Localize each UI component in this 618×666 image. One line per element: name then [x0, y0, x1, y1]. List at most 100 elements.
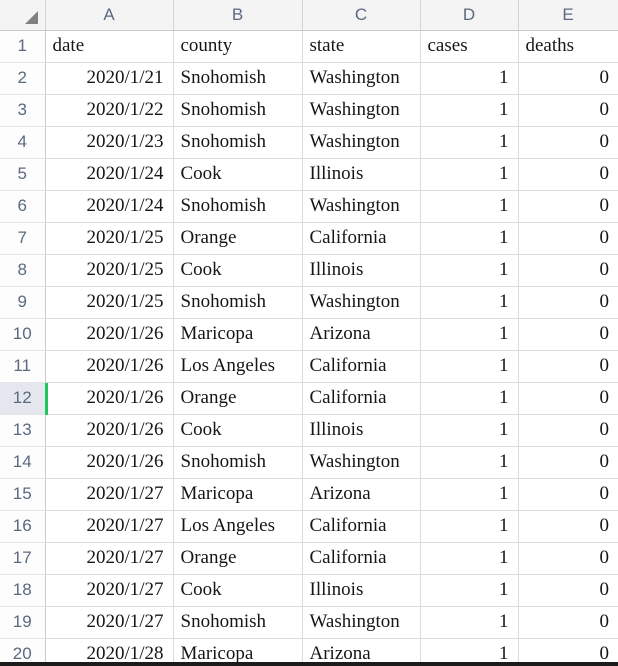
- table-row[interactable]: 19 2020/1/27 Snohomish Washington 1 0: [0, 606, 618, 639]
- row-header-14[interactable]: 14: [0, 446, 46, 479]
- row-header-8[interactable]: 8: [0, 254, 46, 287]
- row-header-12[interactable]: 12: [0, 382, 48, 415]
- cell-e-19[interactable]: 0: [518, 606, 618, 639]
- cell-a-6[interactable]: 2020/1/24: [45, 190, 174, 223]
- table-row[interactable]: 4 2020/1/23 Snohomish Washington 1 0: [0, 126, 618, 159]
- cell-c-2[interactable]: Washington: [302, 62, 421, 95]
- row-header-1[interactable]: 1: [0, 30, 46, 63]
- table-row[interactable]: 20 2020/1/28 Maricopa Arizona 1 0: [0, 638, 618, 662]
- cell-e-4[interactable]: 0: [518, 126, 618, 159]
- column-header-d[interactable]: D: [420, 0, 519, 31]
- cell-b-7[interactable]: Orange: [173, 222, 303, 255]
- cell-e-5[interactable]: 0: [518, 158, 618, 191]
- table-row[interactable]: 18 2020/1/27 Cook Illinois 1 0: [0, 574, 618, 607]
- cell-b-2[interactable]: Snohomish: [173, 62, 303, 95]
- cell-b-10[interactable]: Maricopa: [173, 318, 303, 351]
- cell-e-20[interactable]: 0: [518, 638, 618, 662]
- cell-a-15[interactable]: 2020/1/27: [45, 478, 174, 511]
- table-row[interactable]: 11 2020/1/26 Los Angeles California 1 0: [0, 350, 618, 383]
- cell-a-8[interactable]: 2020/1/25: [45, 254, 174, 287]
- table-row[interactable]: 17 2020/1/27 Orange California 1 0: [0, 542, 618, 575]
- cell-d-15[interactable]: 1: [420, 478, 519, 511]
- cell-c-17[interactable]: California: [302, 542, 421, 575]
- cell-d-2[interactable]: 1: [420, 62, 519, 95]
- cell-d-12[interactable]: 1: [420, 382, 519, 415]
- cell-e-7[interactable]: 0: [518, 222, 618, 255]
- cell-d-8[interactable]: 1: [420, 254, 519, 287]
- cell-c-16[interactable]: California: [302, 510, 421, 543]
- column-header-b[interactable]: B: [173, 0, 303, 31]
- cell-a-7[interactable]: 2020/1/25: [45, 222, 174, 255]
- cell-b-6[interactable]: Snohomish: [173, 190, 303, 223]
- cell-c-6[interactable]: Washington: [302, 190, 421, 223]
- cell-d-10[interactable]: 1: [420, 318, 519, 351]
- cell-d-14[interactable]: 1: [420, 446, 519, 479]
- row-header-17[interactable]: 17: [0, 542, 46, 575]
- cell-d-5[interactable]: 1: [420, 158, 519, 191]
- cell-c-8[interactable]: Illinois: [302, 254, 421, 287]
- cell-d-4[interactable]: 1: [420, 126, 519, 159]
- cell-a-18[interactable]: 2020/1/27: [45, 574, 174, 607]
- cell-e-3[interactable]: 0: [518, 94, 618, 127]
- cell-a-16[interactable]: 2020/1/27: [45, 510, 174, 543]
- cell-a-12[interactable]: 2020/1/26: [45, 382, 174, 415]
- table-row[interactable]: 8 2020/1/25 Cook Illinois 1 0: [0, 254, 618, 287]
- cell-b-18[interactable]: Cook: [173, 574, 303, 607]
- cell-b-5[interactable]: Cook: [173, 158, 303, 191]
- cell-a-11[interactable]: 2020/1/26: [45, 350, 174, 383]
- cell-b-3[interactable]: Snohomish: [173, 94, 303, 127]
- cell-e-11[interactable]: 0: [518, 350, 618, 383]
- cell-a-19[interactable]: 2020/1/27: [45, 606, 174, 639]
- cell-c-20[interactable]: Arizona: [302, 638, 421, 662]
- cell-d-20[interactable]: 1: [420, 638, 519, 662]
- row-header-20[interactable]: 20: [0, 638, 46, 662]
- row-header-15[interactable]: 15: [0, 478, 46, 511]
- row-header-7[interactable]: 7: [0, 222, 46, 255]
- cell-e-14[interactable]: 0: [518, 446, 618, 479]
- table-row[interactable]: 15 2020/1/27 Maricopa Arizona 1 0: [0, 478, 618, 511]
- cell-e-1[interactable]: deaths: [518, 30, 618, 63]
- table-row[interactable]: 7 2020/1/25 Orange California 1 0: [0, 222, 618, 255]
- cell-d-3[interactable]: 1: [420, 94, 519, 127]
- cell-b-19[interactable]: Snohomish: [173, 606, 303, 639]
- cell-d-6[interactable]: 1: [420, 190, 519, 223]
- cell-d-1[interactable]: cases: [420, 30, 519, 63]
- table-row[interactable]: 9 2020/1/25 Snohomish Washington 1 0: [0, 286, 618, 319]
- row-header-13[interactable]: 13: [0, 414, 46, 447]
- table-row[interactable]: 6 2020/1/24 Snohomish Washington 1 0: [0, 190, 618, 223]
- spreadsheet-grid[interactable]: A B C D E 1 date county state cases deaths 2 20…: [0, 0, 618, 666]
- cell-d-13[interactable]: 1: [420, 414, 519, 447]
- cell-a-5[interactable]: 2020/1/24: [45, 158, 174, 191]
- cell-c-7[interactable]: California: [302, 222, 421, 255]
- cell-a-14[interactable]: 2020/1/26: [45, 446, 174, 479]
- cell-e-12[interactable]: 0: [518, 382, 618, 415]
- cell-a-2[interactable]: 2020/1/21: [45, 62, 174, 95]
- cell-d-19[interactable]: 1: [420, 606, 519, 639]
- cell-c-10[interactable]: Arizona: [302, 318, 421, 351]
- cell-b-13[interactable]: Cook: [173, 414, 303, 447]
- column-header-c[interactable]: C: [302, 0, 421, 31]
- cell-a-17[interactable]: 2020/1/27: [45, 542, 174, 575]
- table-row[interactable]: 16 2020/1/27 Los Angeles California 1 0: [0, 510, 618, 543]
- cell-d-11[interactable]: 1: [420, 350, 519, 383]
- cell-c-13[interactable]: Illinois: [302, 414, 421, 447]
- cell-d-18[interactable]: 1: [420, 574, 519, 607]
- column-header-a[interactable]: A: [45, 0, 174, 31]
- cell-d-7[interactable]: 1: [420, 222, 519, 255]
- cell-e-6[interactable]: 0: [518, 190, 618, 223]
- table-row[interactable]: 12 2020/1/26 Orange California 1 0: [0, 382, 618, 415]
- cell-c-4[interactable]: Washington: [302, 126, 421, 159]
- cell-e-2[interactable]: 0: [518, 62, 618, 95]
- cell-c-5[interactable]: Illinois: [302, 158, 421, 191]
- table-row[interactable]: 2 2020/1/21 Snohomish Washington 1 0: [0, 62, 618, 95]
- row-header-4[interactable]: 4: [0, 126, 46, 159]
- cell-e-18[interactable]: 0: [518, 574, 618, 607]
- row-header-5[interactable]: 5: [0, 158, 46, 191]
- row-header-3[interactable]: 3: [0, 94, 46, 127]
- cell-b-1[interactable]: county: [173, 30, 303, 63]
- cell-e-8[interactable]: 0: [518, 254, 618, 287]
- cell-b-17[interactable]: Orange: [173, 542, 303, 575]
- cell-e-17[interactable]: 0: [518, 542, 618, 575]
- row-header-18[interactable]: 18: [0, 574, 46, 607]
- select-all-corner[interactable]: [0, 0, 46, 31]
